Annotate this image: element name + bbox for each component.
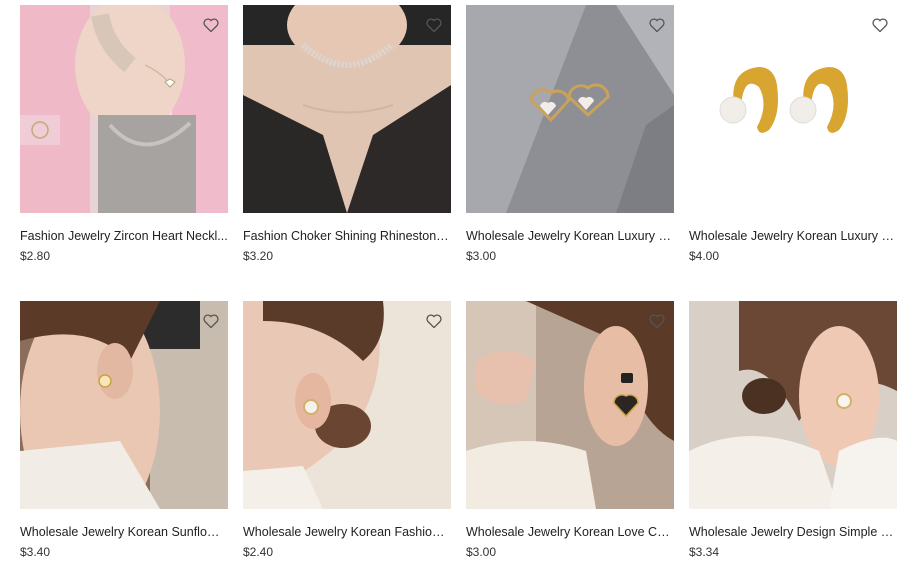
- product-image[interactable]: [689, 5, 897, 213]
- product-price: $3.40: [20, 545, 51, 559]
- product-price: $4.00: [689, 249, 720, 263]
- product-price: $2.80: [20, 249, 51, 263]
- product-price: $3.20: [243, 249, 274, 263]
- favorite-heart-icon[interactable]: [425, 17, 443, 33]
- product-title[interactable]: Wholesale Jewelry Design Simple K...: [689, 524, 897, 540]
- product-title[interactable]: Wholesale Jewelry Korean Love Cut...: [466, 524, 674, 540]
- product-photo: [20, 5, 228, 213]
- product-title[interactable]: Wholesale Jewelry Korean Luxury L...: [466, 228, 674, 244]
- product-grid: Fashion Jewelry Zircon Heart Neckl... $2…: [0, 0, 912, 568]
- product-photo: [466, 301, 674, 509]
- favorite-heart-icon[interactable]: [648, 17, 666, 33]
- product-card[interactable]: Wholesale Jewelry Korean Sunflowe... $3.…: [20, 301, 228, 560]
- product-photo: [243, 5, 451, 213]
- favorite-heart-icon[interactable]: [871, 17, 889, 33]
- product-image[interactable]: [243, 301, 451, 509]
- product-title[interactable]: Wholesale Jewelry Korean Fashion ...: [243, 524, 451, 540]
- favorite-heart-icon[interactable]: [202, 313, 220, 329]
- product-image[interactable]: [466, 301, 674, 509]
- product-price: $3.34: [689, 545, 720, 559]
- product-photo: [20, 301, 228, 509]
- product-card[interactable]: Wholesale Jewelry Korean Luxury D... $4.…: [689, 5, 897, 264]
- product-photo: [243, 301, 451, 509]
- product-title[interactable]: Wholesale Jewelry Korean Luxury D...: [689, 228, 897, 244]
- product-card[interactable]: Fashion Choker Shining Rhinestone ... $3…: [243, 5, 451, 264]
- favorite-heart-icon[interactable]: [202, 17, 220, 33]
- product-price: $3.00: [466, 545, 497, 559]
- product-photo: [689, 5, 897, 213]
- product-card[interactable]: Fashion Jewelry Zircon Heart Neckl... $2…: [20, 5, 228, 264]
- product-card[interactable]: Wholesale Jewelry Korean Luxury L... $3.…: [466, 5, 674, 264]
- product-image[interactable]: [466, 5, 674, 213]
- product-title[interactable]: Fashion Choker Shining Rhinestone ...: [243, 228, 451, 244]
- product-card[interactable]: Wholesale Jewelry Korean Love Cut... $3.…: [466, 301, 674, 560]
- product-price: $3.00: [466, 249, 497, 263]
- product-image[interactable]: [20, 301, 228, 509]
- product-image[interactable]: [243, 5, 451, 213]
- product-image[interactable]: [689, 301, 897, 509]
- product-card[interactable]: Wholesale Jewelry Design Simple K... $3.…: [689, 301, 897, 560]
- product-title[interactable]: Fashion Jewelry Zircon Heart Neckl...: [20, 228, 228, 244]
- product-card[interactable]: Wholesale Jewelry Korean Fashion ... $2.…: [243, 301, 451, 560]
- product-image[interactable]: [20, 5, 228, 213]
- product-photo: [466, 5, 674, 213]
- product-price: $2.40: [243, 545, 274, 559]
- product-title[interactable]: Wholesale Jewelry Korean Sunflowe...: [20, 524, 228, 540]
- product-photo: [689, 301, 897, 509]
- favorite-heart-icon[interactable]: [425, 313, 443, 329]
- favorite-heart-icon[interactable]: [648, 313, 666, 329]
